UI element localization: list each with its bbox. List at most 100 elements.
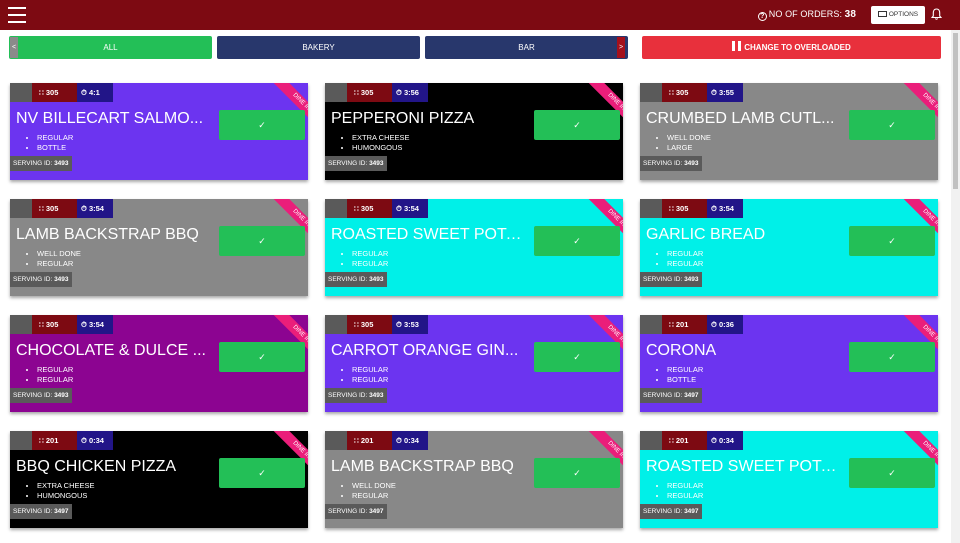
modifier-list: REGULARBOTTLE	[667, 365, 703, 385]
modifier-item: REGULAR	[37, 365, 73, 375]
order-card[interactable]: ∷ 305⏱ 3:56DINE INPEPPERONI PIZZAEXTRA C…	[325, 83, 623, 180]
serving-id-label: SERVING ID:	[328, 276, 370, 283]
table-number: 305	[360, 204, 374, 213]
scroll-left-arrow[interactable]: <	[10, 37, 18, 58]
card-corner	[325, 315, 347, 334]
orders-label: NO OF ORDERS:	[768, 9, 845, 19]
filter-all-button[interactable]: ALL	[9, 36, 212, 59]
options-label: OPTIONS	[888, 11, 919, 18]
serving-id-value: 3493	[684, 160, 699, 167]
elapsed-time: 3:54	[718, 204, 734, 213]
order-card[interactable]: ∷ 305⏱ 3:55DINE INCRUMBED LAMB CUTL...WE…	[640, 83, 938, 180]
mark-done-button[interactable]: ✓	[534, 226, 620, 256]
order-card[interactable]: ∷ 201⏱ 0:36DINE INCORONAREGULARBOTTLE✓SE…	[640, 315, 938, 412]
table-badge: ∷ 201	[662, 431, 707, 450]
serving-id-label: SERVING ID:	[13, 508, 55, 515]
modifier-item: REGULAR	[667, 365, 703, 375]
elapsed-time: 3:54	[88, 204, 104, 213]
scrollbar-thumb[interactable]	[953, 33, 958, 189]
mark-done-button[interactable]: ✓	[849, 226, 935, 256]
serving-id-value: 3493	[369, 160, 384, 167]
serving-id: SERVING ID: 3497	[640, 388, 702, 403]
order-card[interactable]: ∷ 201⏱ 0:34DINE INROASTED SWEET POTA...R…	[640, 431, 938, 528]
serving-id: SERVING ID: 3493	[325, 272, 387, 287]
table-number: 201	[675, 320, 689, 329]
modifier-item: REGULAR	[667, 481, 703, 491]
serving-id-value: 3493	[54, 392, 69, 399]
filter-bakery-button[interactable]: BAKERY	[217, 36, 420, 59]
order-card[interactable]: ∷ 201⏱ 0:34DINE INBBQ CHICKEN PIZZAEXTRA…	[10, 431, 308, 528]
mark-done-button[interactable]: ✓	[219, 110, 305, 140]
change-to-overloaded-button[interactable]: CHANGE TO OVERLOADED	[642, 36, 941, 59]
serving-id-value: 3493	[369, 392, 384, 399]
serving-id: SERVING ID: 3493	[325, 156, 387, 171]
check-icon: ✓	[573, 468, 581, 478]
modifier-item: REGULAR	[667, 259, 703, 269]
order-card[interactable]: ∷ 305⏱ 3:54DINE INCHOCOLATE & DULCE ...R…	[10, 315, 308, 412]
timer-icon: ⏱	[81, 204, 87, 213]
card-corner	[10, 315, 32, 334]
options-button[interactable]: OPTIONS	[871, 6, 925, 24]
bell-icon[interactable]	[931, 8, 942, 20]
timer-badge: ⏱ 3:55	[707, 83, 743, 102]
hamburger-menu-icon[interactable]	[8, 7, 26, 23]
modifier-list: WELL DONEREGULAR	[352, 481, 396, 501]
elapsed-time: 0:34	[88, 436, 104, 445]
check-icon: ✓	[573, 352, 581, 362]
filter-bar-button[interactable]: BAR	[425, 36, 628, 59]
order-card[interactable]: ∷ 305⏱ 3:53DINE INCARROT ORANGE GIN...RE…	[325, 315, 623, 412]
table-number: 201	[45, 436, 59, 445]
grid-icon: ∷	[354, 436, 359, 445]
overloaded-label: CHANGE TO OVERLOADED	[744, 43, 851, 52]
order-card[interactable]: ∷ 305⏱ 3:54DINE INGARLIC BREADREGULARREG…	[640, 199, 938, 296]
modifier-item: HUMONGOUS	[352, 143, 410, 153]
mark-done-button[interactable]: ✓	[534, 110, 620, 140]
mark-done-button[interactable]: ✓	[219, 342, 305, 372]
serving-id-value: 3493	[54, 276, 69, 283]
serving-id-value: 3497	[369, 508, 384, 515]
serving-id-value: 3497	[684, 508, 699, 515]
help-icon: ?	[757, 12, 767, 21]
mark-done-button[interactable]: ✓	[219, 458, 305, 488]
modifier-list: EXTRA CHEESEHUMONGOUS	[37, 481, 95, 501]
card-corner	[325, 199, 347, 218]
elapsed-time: 0:36	[718, 320, 734, 329]
order-card[interactable]: ∷ 201⏱ 0:34DINE INLAMB BACKSTRAP BBQWELL…	[325, 431, 623, 528]
grid-icon: ∷	[669, 320, 674, 329]
mark-done-button[interactable]: ✓	[534, 458, 620, 488]
timer-icon: ⏱	[81, 88, 87, 97]
check-icon: ✓	[888, 468, 896, 478]
item-name: CARROT ORANGE GIN...	[331, 342, 519, 359]
grid-icon: ∷	[669, 204, 674, 213]
order-card[interactable]: ∷ 305⏱ 3:54DINE INLAMB BACKSTRAP BBQWELL…	[10, 199, 308, 296]
mark-done-button[interactable]: ✓	[849, 458, 935, 488]
mark-done-button[interactable]: ✓	[849, 110, 935, 140]
elapsed-time: 3:55	[718, 88, 734, 97]
serving-id-value: 3497	[684, 392, 699, 399]
modifier-list: REGULARREGULAR	[352, 249, 388, 269]
mark-done-button[interactable]: ✓	[849, 342, 935, 372]
check-icon: ✓	[888, 120, 896, 130]
table-badge: ∷ 305	[32, 83, 77, 102]
order-card[interactable]: ∷ 305⏱ 4:1DINE INNV BILLECART SALMO...RE…	[10, 83, 308, 180]
grid-icon: ∷	[39, 88, 44, 97]
serving-id-label: SERVING ID:	[643, 392, 685, 399]
modifier-item: WELL DONE	[667, 133, 711, 143]
check-icon: ✓	[258, 352, 266, 362]
item-name: GARLIC BREAD	[646, 226, 766, 243]
modifier-item: REGULAR	[37, 259, 81, 269]
item-name: PEPPERONI PIZZA	[331, 110, 475, 127]
scroll-right-arrow[interactable]: >	[617, 37, 625, 58]
order-card[interactable]: ∷ 305⏱ 3:54DINE INROASTED SWEET POTA...R…	[325, 199, 623, 296]
mark-done-button[interactable]: ✓	[534, 342, 620, 372]
modifier-list: REGULARREGULAR	[667, 481, 703, 501]
item-name: CRUMBED LAMB CUTL...	[646, 110, 835, 127]
card-corner	[640, 83, 662, 102]
grid-icon: ∷	[354, 204, 359, 213]
timer-icon: ⏱	[711, 320, 717, 329]
timer-icon: ⏱	[396, 88, 402, 97]
table-number: 305	[45, 204, 59, 213]
timer-badge: ⏱ 3:54	[77, 315, 113, 334]
mark-done-button[interactable]: ✓	[219, 226, 305, 256]
elapsed-time: 3:56	[403, 88, 419, 97]
